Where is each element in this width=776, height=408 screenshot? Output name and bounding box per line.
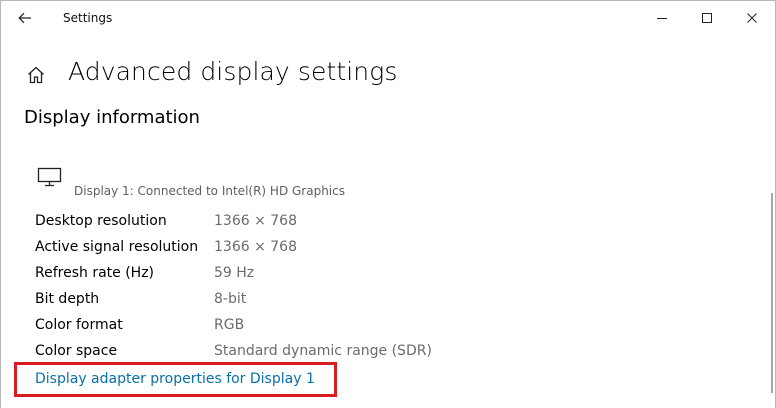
page-title: Advanced display settings: [68, 57, 398, 86]
info-row-refresh-rate: Refresh rate (Hz) 59 Hz: [35, 265, 595, 287]
info-row-color-space: Color space Standard dynamic range (SDR): [35, 343, 595, 365]
back-arrow-icon: [18, 12, 31, 24]
info-label: Color space: [35, 343, 118, 359]
home-icon: [28, 66, 44, 84]
info-value: Standard dynamic range (SDR): [214, 343, 432, 359]
display-adapter-properties-link[interactable]: Display adapter properties for Display 1: [35, 371, 315, 387]
info-row-bit-depth: Bit depth 8-bit: [35, 291, 595, 313]
info-row-desktop-resolution: Desktop resolution 1366 × 768: [35, 213, 595, 235]
info-label: Bit depth: [35, 291, 100, 307]
section-title: Display information: [24, 107, 200, 128]
info-value: 1366 × 768: [214, 239, 297, 255]
close-icon: [747, 13, 757, 23]
minimize-button[interactable]: [639, 3, 685, 33]
info-label: Active signal resolution: [35, 239, 199, 255]
maximize-icon: [702, 13, 712, 23]
close-button[interactable]: [729, 3, 775, 33]
display-connection-status: Display 1: Connected to Intel(R) HD Grap…: [74, 184, 345, 198]
info-row-color-format: Color format RGB: [35, 317, 595, 339]
title-bar: Settings: [1, 1, 775, 35]
settings-window: Settings Advanced display settings Displ…: [0, 0, 776, 408]
info-value: 8-bit: [214, 291, 247, 307]
info-label: Refresh rate (Hz): [35, 265, 155, 281]
info-label: Desktop resolution: [35, 213, 167, 229]
info-value: 59 Hz: [214, 265, 255, 281]
monitor-icon: [37, 167, 62, 187]
window-title: Settings: [63, 11, 113, 25]
back-button[interactable]: [9, 5, 41, 31]
info-row-active-signal-resolution: Active signal resolution 1366 × 768: [35, 239, 595, 261]
info-value: 1366 × 768: [214, 213, 297, 229]
info-value: RGB: [214, 317, 245, 333]
minimize-icon: [657, 18, 667, 19]
info-label: Color format: [35, 317, 123, 333]
home-button[interactable]: [23, 62, 49, 88]
maximize-button[interactable]: [684, 3, 730, 33]
scrollbar-thumb[interactable]: [771, 193, 773, 393]
